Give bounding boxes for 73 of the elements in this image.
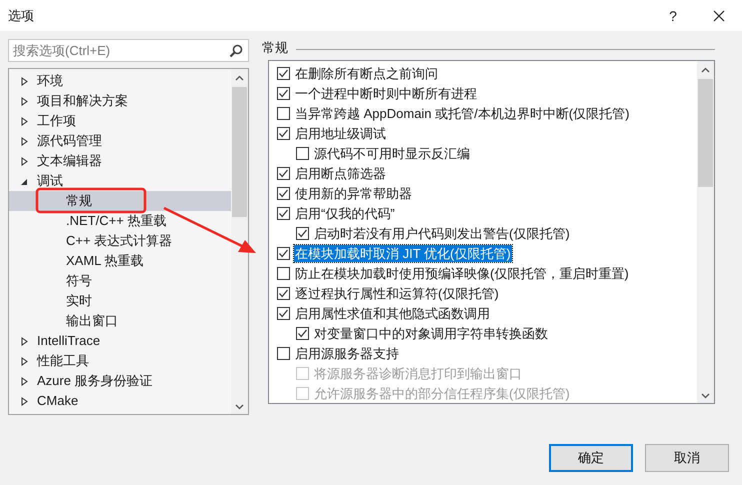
option-label[interactable]: 一个进程中断时则中断所有进程	[294, 84, 478, 102]
tree-item[interactable]: C++ 表达式计算器	[65, 232, 174, 250]
expand-icon[interactable]	[21, 396, 28, 406]
tree-item[interactable]: 符号	[65, 272, 93, 290]
checkbox[interactable]	[277, 186, 290, 200]
tree-item[interactable]: 工作项	[36, 112, 77, 130]
checkbox[interactable]	[296, 146, 309, 160]
expand-icon[interactable]	[21, 356, 28, 366]
help-button[interactable]: ?	[650, 0, 696, 31]
option-label[interactable]: 在删除所有断点之前询问	[294, 64, 439, 82]
option-label[interactable]: 源代码不可用时显示反汇编	[313, 144, 471, 162]
option-label[interactable]: 启用属性求值和其他隐式函数调用	[294, 304, 491, 322]
tree-item[interactable]: IntelliTrace	[36, 332, 102, 350]
tree-item[interactable]: Azure 服务身份验证	[36, 372, 154, 390]
checkbox[interactable]	[296, 326, 309, 340]
checkbox[interactable]	[277, 286, 290, 300]
scroll-thumb[interactable]	[698, 79, 713, 187]
tree-item[interactable]: .NET/C++ 热重载	[65, 212, 168, 230]
scroll-down-icon[interactable]	[235, 404, 244, 410]
checkbox[interactable]	[277, 206, 290, 220]
search-icon	[229, 44, 243, 58]
option-label[interactable]: 逐过程执行属性和运算符(仅限托管)	[294, 284, 500, 302]
checkbox[interactable]	[277, 266, 290, 280]
checkbox[interactable]	[277, 66, 290, 80]
tree-item[interactable]: 实时	[65, 292, 93, 310]
tree-item[interactable]: 常规	[65, 192, 93, 210]
checkbox[interactable]	[277, 246, 290, 260]
expand-icon[interactable]	[21, 96, 28, 106]
ok-button[interactable]: 确定	[549, 444, 633, 472]
scroll-down-icon[interactable]	[701, 393, 710, 399]
option-label[interactable]: 启用“仅我的代码”	[294, 204, 396, 222]
close-icon	[713, 10, 725, 22]
checkbox[interactable]	[296, 226, 309, 240]
checkbox[interactable]	[277, 126, 290, 140]
option-label[interactable]: 使用新的异常帮助器	[294, 184, 413, 202]
option-label[interactable]: 启用断点筛选器	[294, 164, 387, 182]
tree-item[interactable]: 文本编辑器	[36, 152, 103, 170]
option-label[interactable]: 当异常跨越 AppDomain 或托管/本机边界时中断(仅限托管)	[294, 104, 630, 122]
option-label[interactable]: 在模块加载时取消 JIT 优化(仅限托管)	[294, 244, 512, 262]
expand-icon[interactable]	[21, 76, 28, 86]
tree-item[interactable]: CMake	[36, 392, 80, 410]
option-label[interactable]: 启动时若没有用户代码则发出警告(仅限托管)	[313, 224, 571, 242]
tree-item[interactable]: 项目和解决方案	[36, 92, 129, 110]
cancel-button[interactable]: 取消	[645, 444, 729, 472]
expand-icon[interactable]	[21, 136, 28, 146]
search-field[interactable]: 搜索选项(Ctrl+E)	[8, 39, 249, 62]
window-title: 选项	[8, 6, 34, 24]
tree-item[interactable]: 调试	[36, 172, 64, 190]
option-label[interactable]: 对变量窗口中的对象调用字符串转换函数	[313, 324, 549, 342]
checkbox[interactable]	[277, 346, 290, 360]
scroll-up-icon[interactable]	[701, 67, 710, 73]
tree-item[interactable]: 环境	[36, 72, 64, 90]
checkbox[interactable]	[277, 86, 290, 100]
tree-item[interactable]: XAML 热重载	[65, 252, 145, 270]
scroll-thumb[interactable]	[232, 87, 247, 217]
collapse-icon[interactable]	[21, 176, 28, 186]
checkbox[interactable]	[277, 166, 290, 180]
expand-icon[interactable]	[21, 336, 28, 346]
checkbox[interactable]	[277, 306, 290, 320]
expand-icon[interactable]	[21, 116, 28, 126]
option-label[interactable]: 启用地址级调试	[294, 124, 387, 142]
expand-icon[interactable]	[21, 376, 28, 386]
section-title: 常规	[262, 38, 288, 56]
option-label[interactable]: 启用源服务器支持	[294, 344, 400, 362]
tree-item[interactable]: 性能工具	[36, 352, 90, 370]
option-label[interactable]: 防止在模块加载时使用预编译映像(仅限托管，重启时重置)	[294, 264, 630, 282]
tree-item[interactable]: 输出窗口	[65, 312, 119, 330]
tree-item[interactable]: 源代码管理	[36, 132, 103, 150]
scrollbar[interactable]	[231, 69, 248, 414]
checkbox[interactable]	[277, 106, 290, 120]
expand-icon[interactable]	[21, 156, 28, 166]
scrollbar[interactable]	[697, 61, 714, 403]
scroll-up-icon[interactable]	[235, 75, 244, 81]
